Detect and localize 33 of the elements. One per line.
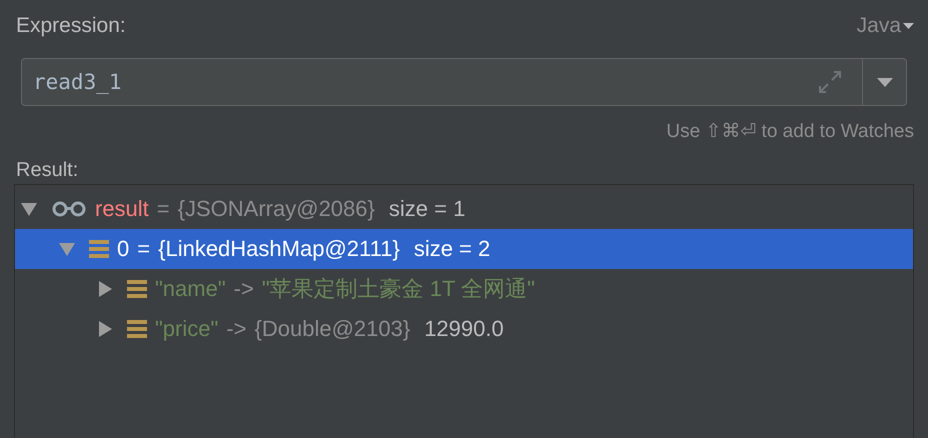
separator-text: =	[137, 236, 150, 262]
result-label: Result:	[15, 159, 80, 182]
expression-field[interactable]: read3_1	[21, 58, 907, 106]
variable-name: 0	[117, 236, 130, 262]
object-type: {Double@2103}	[254, 316, 410, 342]
object-type: {JSONArray@2086}	[178, 196, 375, 222]
collapsed-triangle-icon[interactable]	[97, 281, 113, 297]
field-stack-icon	[89, 239, 109, 259]
variable-value: 12990.0	[424, 316, 504, 342]
separator-text: ->	[234, 276, 254, 302]
variable-name: "price"	[155, 316, 218, 342]
caret-icon	[876, 78, 892, 86]
expression-label: Expression:	[16, 14, 126, 38]
expanded-triangle-icon[interactable]	[21, 201, 37, 217]
string-value: "苹果定制土豪金 1T 全网通"	[262, 275, 535, 303]
variable-name: result	[95, 196, 149, 222]
object-type: {LinkedHashMap@2111}	[158, 236, 400, 262]
tree-row[interactable]: result = {JSONArray@2086} size = 1	[15, 189, 913, 229]
field-stack-icon	[127, 279, 147, 299]
language-dropdown[interactable]: Java	[856, 14, 914, 38]
field-stack-icon	[127, 319, 147, 339]
variable-value: size = 1	[388, 196, 466, 222]
caret-icon	[903, 22, 914, 30]
tree-row[interactable]: "price" -> {Double@2103} 12990.0	[15, 309, 913, 349]
variable-name: "name"	[155, 276, 226, 302]
tree-row[interactable]: "name" -> "苹果定制土豪金 1T 全网通"	[15, 269, 913, 309]
watches-hint: Use ⇧⌘⏎ to add to Watches	[666, 120, 914, 143]
separator-text: ->	[226, 316, 246, 342]
glasses-icon	[51, 201, 87, 217]
collapsed-triangle-icon[interactable]	[97, 321, 113, 337]
variable-value: size = 2	[414, 236, 490, 262]
separator-text: =	[156, 196, 170, 222]
tree-row[interactable]: 0 = {LinkedHashMap@2111} size = 2	[15, 229, 913, 269]
